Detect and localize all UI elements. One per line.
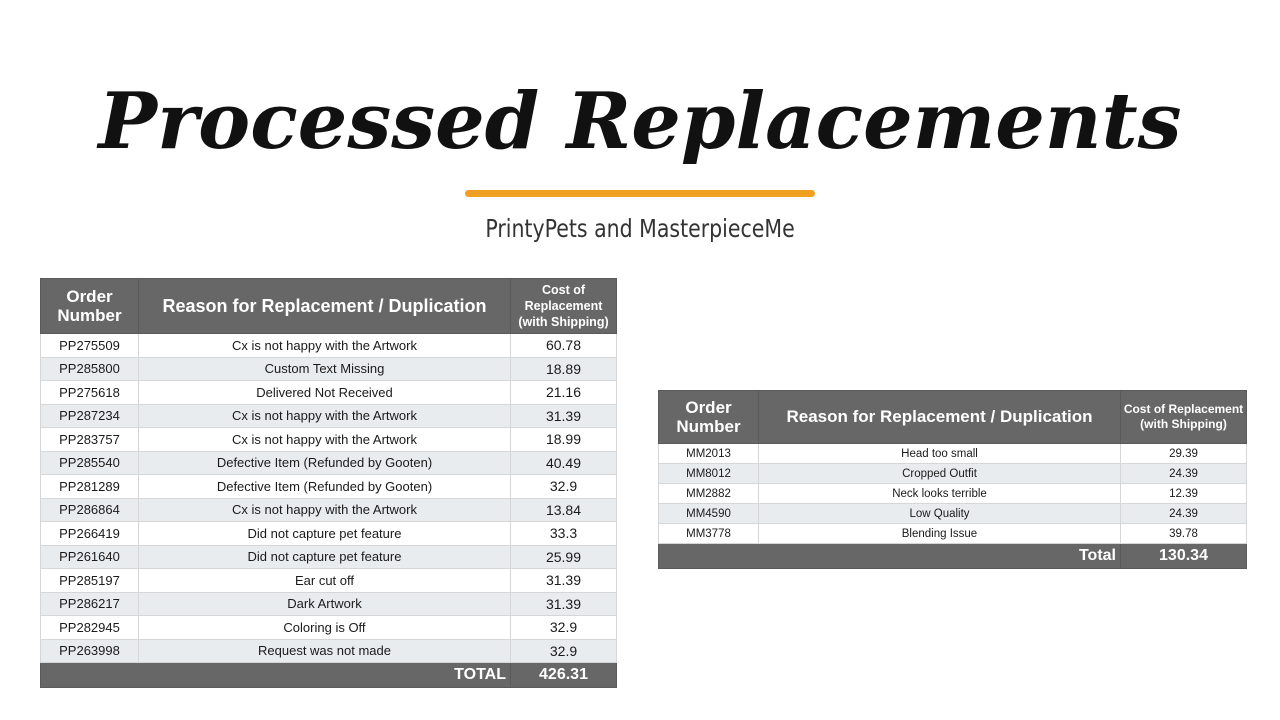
reason-cell: Dark Artwork (138, 591, 511, 616)
order-number-cell: PP287234 (40, 403, 139, 428)
order-number-cell: MM4590 (658, 503, 759, 524)
reason-header: Reason for Replacement / Duplication (758, 390, 1121, 444)
table-row: PP286864 Cx is not happy with the Artwork… (40, 497, 617, 522)
order-number-cell: PP275618 (40, 380, 139, 405)
order-number-cell: MM2882 (658, 483, 759, 504)
total-value: 130.34 (1120, 543, 1247, 569)
order-number-cell: PP261640 (40, 544, 139, 569)
table-row: PP282945 Coloring is Off 32.9 (40, 615, 617, 640)
reason-cell: Request was not made (138, 638, 511, 663)
table-row: PP287234 Cx is not happy with the Artwork… (40, 403, 617, 428)
page-title: Processed Replacements (98, 76, 1182, 167)
total-value: 426.31 (510, 662, 617, 688)
table-row: MM2882 Neck looks terrible 12.39 (658, 483, 1247, 504)
table-row: MM8012 Cropped Outfit 24.39 (658, 463, 1247, 484)
order-number-cell: PP286864 (40, 497, 139, 522)
table-row: PP283757 Cx is not happy with the Artwork… (40, 427, 617, 452)
total-label: Total (658, 543, 1121, 569)
reason-cell: Cx is not happy with the Artwork (138, 427, 511, 452)
table-row: MM4590 Low Quality 24.39 (658, 503, 1247, 524)
cost-cell: 29.39 (1120, 443, 1247, 464)
reason-cell: Cropped Outfit (758, 463, 1121, 484)
reason-cell: Did not capture pet feature (138, 521, 511, 546)
order-number-cell: PP285197 (40, 568, 139, 593)
order-number-cell: PP282945 (40, 615, 139, 640)
cost-header: Cost of Replacement (with Shipping) (1120, 390, 1247, 444)
reason-cell: Delivered Not Received (138, 380, 511, 405)
reason-cell: Low Quality (758, 503, 1121, 524)
cost-cell: 18.99 (510, 427, 617, 452)
order-number-cell: PP281289 (40, 474, 139, 499)
reason-cell: Defective Item (Refunded by Gooten) (138, 450, 511, 475)
table-row: MM3778 Blending Issue 39.78 (658, 523, 1247, 544)
printypets-replacements-table: Order Number Reason for Replacement / Du… (40, 278, 617, 688)
cost-cell: 21.16 (510, 380, 617, 405)
cost-cell: 32.9 (510, 615, 617, 640)
table-header-row: Order Number Reason for Replacement / Du… (658, 390, 1247, 444)
table-row: PP263998 Request was not made 32.9 (40, 638, 617, 663)
table-header-row: Order Number Reason for Replacement / Du… (40, 278, 617, 334)
reason-header: Reason for Replacement / Duplication (138, 278, 511, 334)
order-number-cell: PP275509 (40, 333, 139, 358)
cost-cell: 31.39 (510, 403, 617, 428)
cost-cell: 24.39 (1120, 503, 1247, 524)
masterpieceme-table-body: MM2013 Head too small 29.39 MM8012 Cropped O… (658, 443, 1247, 569)
order-number-header: Order Number (40, 278, 139, 334)
table-row: MM2013 Head too small 29.39 (658, 443, 1247, 464)
reason-cell: Cx is not happy with the Artwork (138, 403, 511, 428)
cost-cell: 32.9 (510, 638, 617, 663)
total-row: TOTAL 426.31 (40, 662, 617, 688)
reason-cell: Neck looks terrible (758, 483, 1121, 504)
order-number-cell: MM8012 (658, 463, 759, 484)
order-number-cell: MM2013 (658, 443, 759, 464)
table-row: PP285800 Custom Text Missing 18.89 (40, 356, 617, 381)
masterpieceme-replacements-table: Order Number Reason for Replacement / Du… (658, 390, 1247, 569)
reason-cell: Cx is not happy with the Artwork (138, 333, 511, 358)
cost-cell: 60.78 (510, 333, 617, 358)
order-number-cell: PP286217 (40, 591, 139, 616)
page-subtitle: PrintyPets and MasterpieceMe (485, 214, 795, 243)
cost-cell: 31.39 (510, 568, 617, 593)
order-number-cell: PP283757 (40, 427, 139, 452)
cost-cell: 32.9 (510, 474, 617, 499)
reason-cell: Did not capture pet feature (138, 544, 511, 569)
cost-cell: 40.49 (510, 450, 617, 475)
table-row: PP286217 Dark Artwork 31.39 (40, 591, 617, 616)
order-number-cell: MM3778 (658, 523, 759, 544)
table-row: PP275618 Delivered Not Received 21.16 (40, 380, 617, 405)
reason-cell: Ear cut off (138, 568, 511, 593)
order-number-cell: PP285800 (40, 356, 139, 381)
cost-cell: 25.99 (510, 544, 617, 569)
order-number-cell: PP285540 (40, 450, 139, 475)
cost-cell: 33.3 (510, 521, 617, 546)
order-number-cell: PP263998 (40, 638, 139, 663)
reason-cell: Cx is not happy with the Artwork (138, 497, 511, 522)
cost-cell: 31.39 (510, 591, 617, 616)
table-row: PP285540 Defective Item (Refunded by Goot… (40, 450, 617, 475)
reason-cell: Blending Issue (758, 523, 1121, 544)
cost-cell: 12.39 (1120, 483, 1247, 504)
table-row: PP281289 Defective Item (Refunded by Goot… (40, 474, 617, 499)
order-number-header: Order Number (658, 390, 759, 444)
cost-cell: 13.84 (510, 497, 617, 522)
table-row: PP275509 Cx is not happy with the Artwork… (40, 333, 617, 358)
title-underline (465, 190, 815, 197)
order-number-cell: PP266419 (40, 521, 139, 546)
total-row: Total 130.34 (658, 543, 1247, 569)
reason-cell: Head too small (758, 443, 1121, 464)
table-row: PP266419 Did not capture pet feature 33.3 (40, 521, 617, 546)
cost-cell: 18.89 (510, 356, 617, 381)
reason-cell: Custom Text Missing (138, 356, 511, 381)
cost-cell: 39.78 (1120, 523, 1247, 544)
total-label: TOTAL (40, 662, 511, 688)
reason-cell: Defective Item (Refunded by Gooten) (138, 474, 511, 499)
printypets-table-body: PP275509 Cx is not happy with the Artwork… (40, 333, 617, 688)
table-row: PP285197 Ear cut off 31.39 (40, 568, 617, 593)
table-row: PP261640 Did not capture pet feature 25.99 (40, 544, 617, 569)
reason-cell: Coloring is Off (138, 615, 511, 640)
cost-cell: 24.39 (1120, 463, 1247, 484)
cost-header: Cost of Replacement (with Shipping) (510, 278, 617, 334)
